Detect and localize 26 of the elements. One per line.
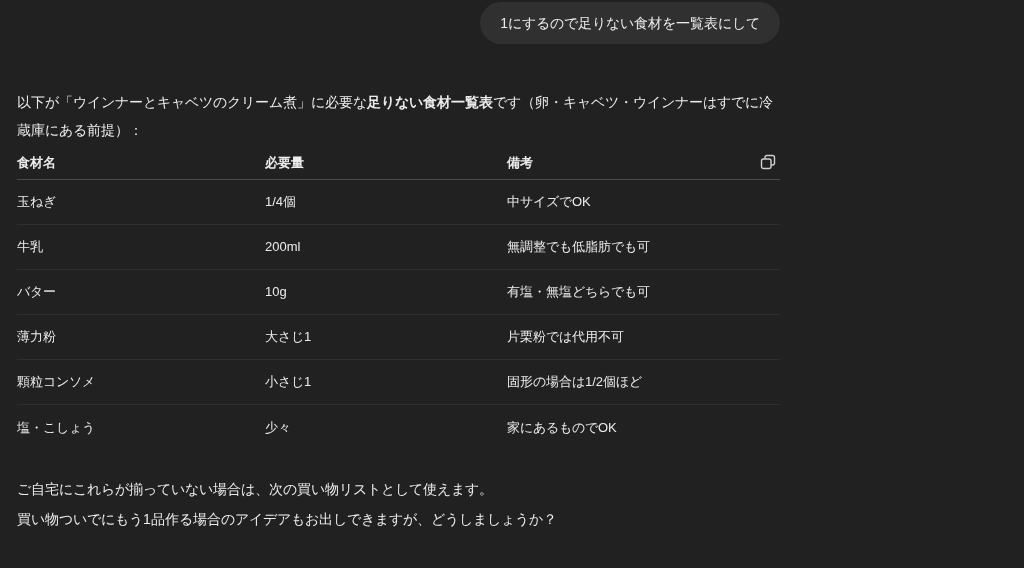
column-header: 必要量 [265,154,304,170]
table-cell: 小さじ1 [265,374,312,390]
table-cell: 家にあるものでOK [507,419,617,435]
table-cell: 薄力粉 [17,329,56,345]
table-cell: 200ml [265,239,301,255]
table-cell: 片栗粉では代用不可 [507,329,624,345]
intro-paragraph: 以下が「ウインナーとキャベツのクリーム煮」に必要な足りない食材一覧表です（卵・キャベツ・ウインナーはすでに冷蔵庫にある前提）： [17,93,774,140]
closing-text: ご自宅にこれらが揃っていない場合は、次の買い物リストとして使えます。 [17,480,494,499]
table-cell: 1/4個 [265,194,297,210]
user-message-bubble: 1にするので足りない食材を一覧表にして [480,2,780,44]
table-cell: 少々 [265,419,291,435]
table-cell: バター [17,284,56,300]
table-cell: 玉ねぎ [17,194,56,210]
table-cell: 無調整でも低脂肪でも可 [507,239,650,255]
table-cell: 10g [265,284,287,300]
table-cell: 有塩・無塩どちらでも可 [507,284,650,300]
table-cell: 塩・こしょう [17,419,95,435]
table-cell: 固形の場合は1/2個ほど [507,374,643,390]
table-cell: 中サイズでOK [507,194,591,210]
table-cell: 顆粒コンソメ [17,374,95,390]
column-header: 食材名 [17,154,56,170]
copy-icon[interactable] [760,154,776,170]
column-header: 備考 [507,154,533,170]
closing-text: 買い物ついでにもう1品作る場合のアイデアもお出しできますが、どうしましょうか？ [17,510,558,529]
table-cell: 牛乳 [17,239,43,255]
table-cell: 大さじ1 [265,329,312,345]
